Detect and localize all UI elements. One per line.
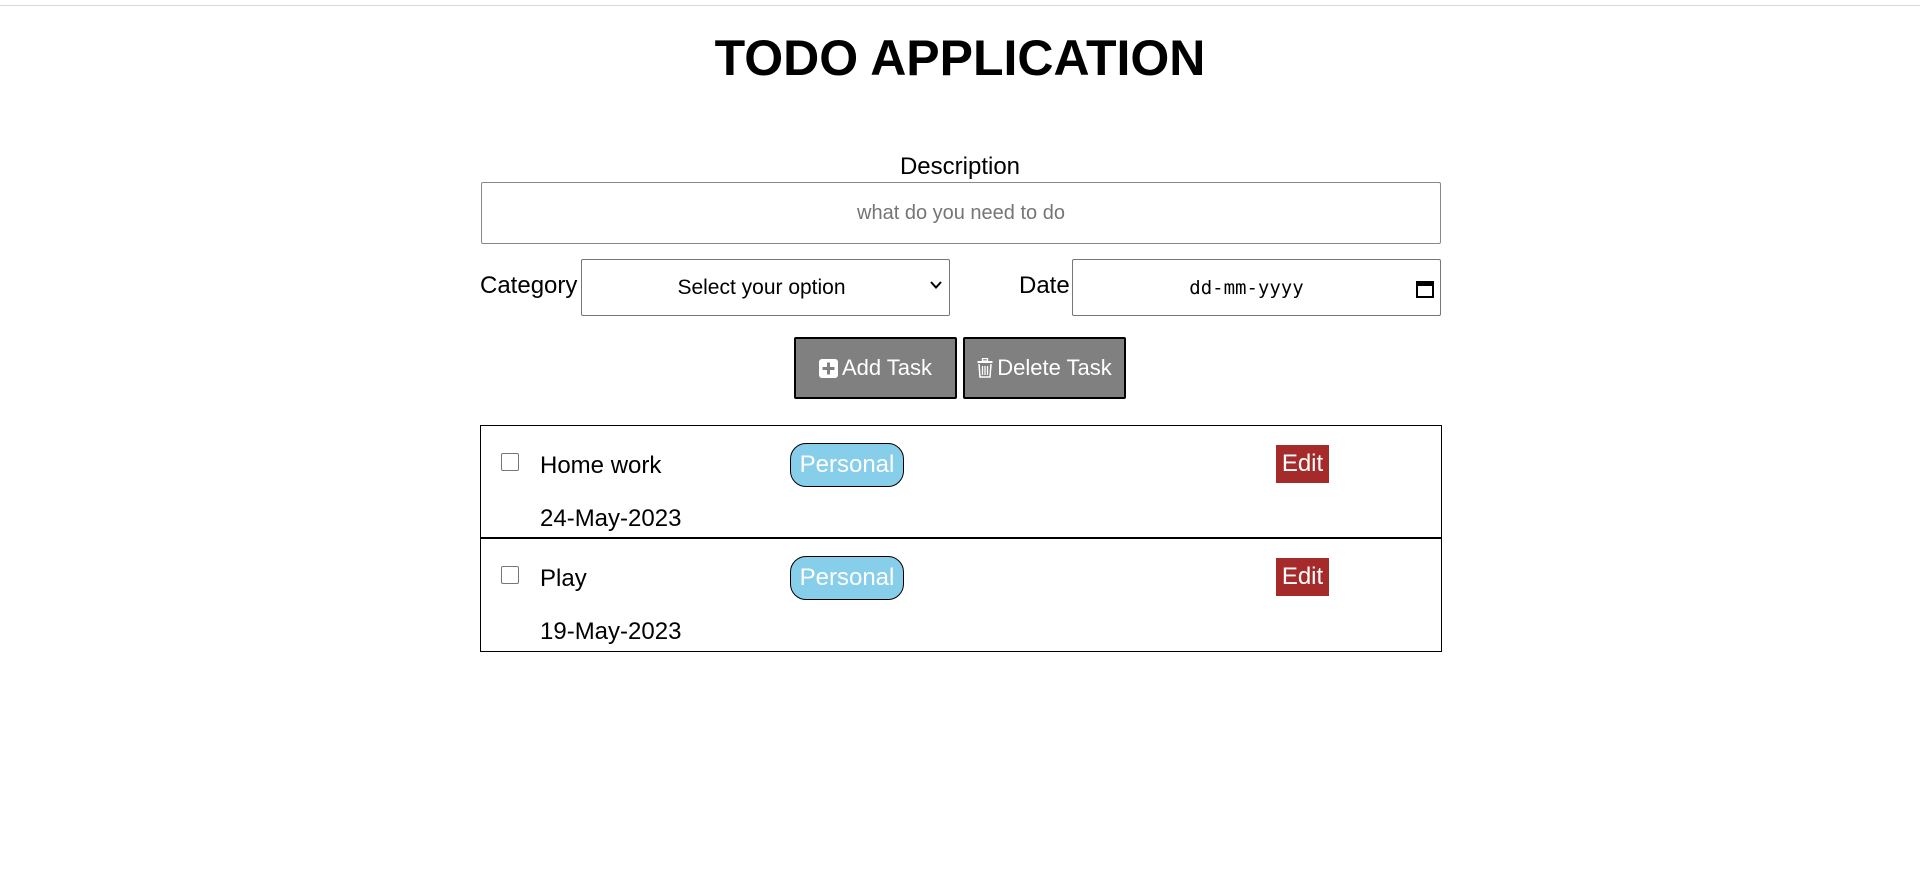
task-list: Home work Personal Edit 24-May-2023 Play… (480, 425, 1442, 652)
date-placeholder: dd-mm-yyyy (1189, 276, 1304, 299)
category-selected-value: Select your option (677, 275, 846, 299)
category-select[interactable]: Select your option (581, 259, 950, 316)
task-date: 24-May-2023 (540, 505, 682, 532)
delete-task-button[interactable]: Delete Task (963, 337, 1126, 399)
add-task-label: Add Task (841, 355, 933, 380)
plus-square-icon (818, 358, 838, 378)
task-checkbox[interactable] (501, 566, 519, 584)
task-category-badge: Personal (790, 556, 904, 600)
task-item: Home work Personal Edit 24-May-2023 (480, 425, 1442, 539)
task-item: Play Personal Edit 19-May-2023 (480, 538, 1442, 652)
task-description: Play (540, 565, 587, 592)
date-input[interactable]: dd-mm-yyyy (1072, 259, 1441, 316)
category-label: Category (480, 272, 578, 299)
description-input[interactable] (481, 182, 1441, 244)
task-checkbox[interactable] (501, 453, 519, 471)
trash-icon (977, 358, 993, 378)
page-title: TODO APPLICATION (714, 30, 1206, 86)
task-description: Home work (540, 452, 662, 479)
add-task-button[interactable]: Add Task (794, 337, 957, 399)
description-label: Description (899, 153, 1021, 180)
date-label: Date (1019, 272, 1070, 299)
delete-task-label: Delete Task (997, 355, 1112, 380)
calendar-icon[interactable] (1414, 278, 1436, 300)
chevron-down-icon (930, 281, 942, 289)
edit-button[interactable]: Edit (1276, 558, 1329, 596)
task-date: 19-May-2023 (540, 618, 682, 645)
top-divider (0, 5, 1920, 6)
task-category-badge: Personal (790, 443, 904, 487)
edit-button[interactable]: Edit (1276, 445, 1329, 483)
